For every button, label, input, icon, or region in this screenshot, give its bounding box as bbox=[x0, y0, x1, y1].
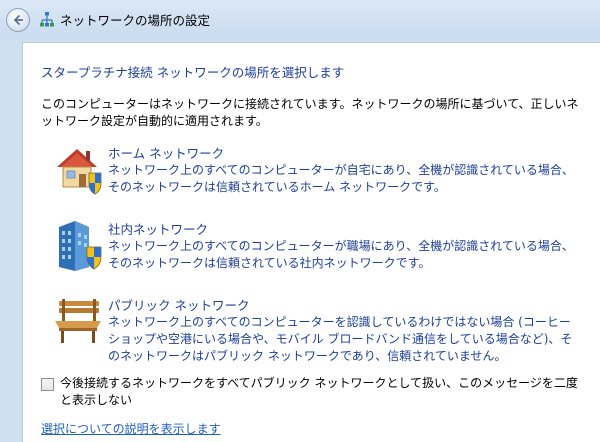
option-public-title: パブリック ネットワーク bbox=[108, 298, 250, 313]
option-home-title: ホーム ネットワーク bbox=[108, 146, 225, 161]
treat-all-public-checkbox[interactable] bbox=[41, 378, 54, 391]
back-button[interactable] bbox=[6, 8, 30, 32]
back-arrow-icon bbox=[13, 14, 23, 26]
public-network-icon bbox=[55, 299, 101, 343]
option-public-desc: ネットワーク上のすべてのコンピューターを認識しているわけではない場合 (コーヒー… bbox=[108, 315, 573, 363]
page-heading: スタープラチナ接続 ネットワークの場所を選択します bbox=[41, 65, 345, 80]
option-public-network[interactable]: パブリック ネットワーク ネットワーク上のすべてのコンピューターを認識しているわ… bbox=[53, 295, 583, 363]
network-icon bbox=[40, 12, 54, 27]
help-link[interactable]: 選択についての説明を表示します bbox=[41, 420, 221, 437]
option-home-desc: ネットワーク上のすべてのコンピューターが自宅にあり、全機が認識されている場合、そ… bbox=[108, 163, 574, 194]
title-bar: ネットワークの場所の設定 bbox=[0, 0, 600, 40]
option-work-desc: ネットワーク上のすべてのコンピューターが職場にあり、全機が認識されている場合、そ… bbox=[108, 239, 574, 270]
home-network-icon bbox=[57, 149, 102, 195]
option-work-title: 社内ネットワーク bbox=[108, 222, 209, 237]
option-home-network[interactable]: ホーム ネットワーク ネットワーク上のすべてのコンピューターが自宅にあり、全機が… bbox=[53, 143, 583, 209]
content-panel: スタープラチナ接続 ネットワークの場所を選択します このコンピューターはネットワ… bbox=[22, 42, 600, 442]
work-network-icon bbox=[59, 221, 102, 271]
intro-text: このコンピューターはネットワークに接続されています。ネットワークの場所に基づいて… bbox=[41, 97, 579, 128]
treat-all-public-label[interactable]: 今後接続するネットワークをすべてパブリック ネットワークとして扱い、このメッセー… bbox=[60, 375, 578, 409]
window-title: ネットワークの場所の設定 bbox=[60, 13, 211, 28]
option-work-network[interactable]: 社内ネットワーク ネットワーク上のすべてのコンピューターが職場にあり、全機が認識… bbox=[53, 219, 583, 285]
